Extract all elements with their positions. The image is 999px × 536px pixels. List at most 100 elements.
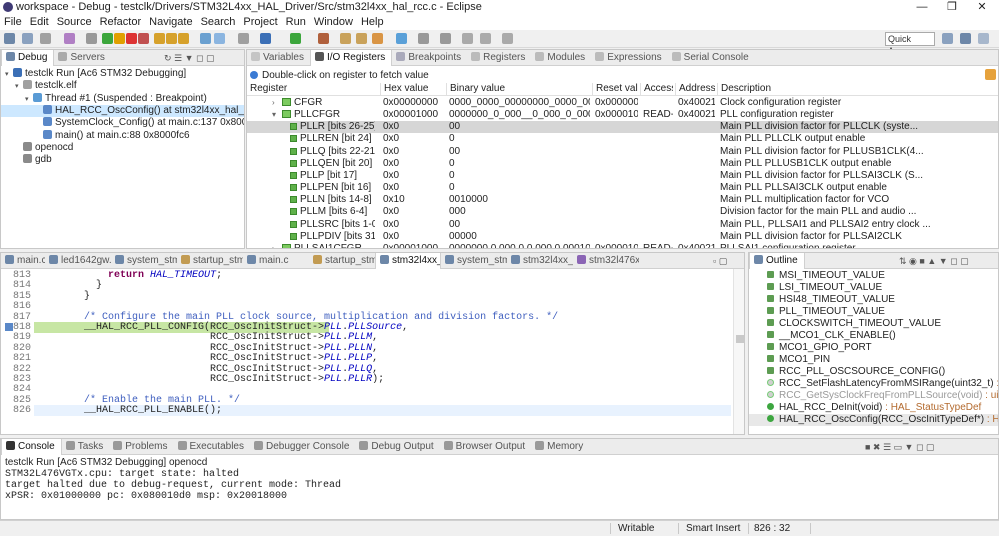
column-header[interactable]: Description (717, 83, 997, 95)
menu-file[interactable]: File (0, 15, 26, 29)
register-row[interactable]: PLLREN [bit 24] 0x0 0 Main PLL PLLCLK outpu… (247, 133, 998, 145)
new-icon[interactable] (4, 33, 15, 44)
refresh-icon[interactable] (985, 69, 996, 80)
step-over-icon[interactable] (166, 33, 177, 44)
register-row[interactable]: › PLLSAI1CFGR 0x00001000 0000000 0 000 0 0 … (247, 243, 998, 248)
debug-tree-item[interactable]: SystemClock_Config() at main.c:137 0x800… (1, 117, 244, 129)
reset-icon[interactable] (214, 33, 225, 44)
back-icon[interactable] (480, 33, 491, 44)
console-tab[interactable]: Debugger Console (250, 439, 355, 455)
outline-item[interactable]: __MCO1_CLK_ENABLE() (749, 330, 998, 342)
outline-item[interactable]: RCC_PLL_OSCSOURCE_CONFIG() (749, 366, 998, 378)
register-row[interactable]: PLLP [bit 17] 0x0 0 Main PLL division facto… (247, 170, 998, 182)
outline-item[interactable]: RCC_GetSysClockFreqFromPLLSource(void) :… (749, 390, 998, 402)
outline-item[interactable]: HAL_RCC_DeInit(void) : HAL_StatusTypeDef (749, 402, 998, 414)
editor-tab[interactable]: led1642gw.c (45, 253, 111, 269)
outline-toolbar-icons[interactable]: ⇅ ◉ ■ ▲ ▼ ◻ ▢ (899, 256, 969, 267)
editor-tab[interactable]: main.c (1, 253, 45, 269)
console-tab[interactable]: Console (1, 439, 62, 455)
step-into-icon[interactable] (154, 33, 165, 44)
register-row[interactable]: PLLM [bits 6-4] 0x0 000 Division factor for… (247, 206, 998, 218)
outline-item[interactable]: HSI48_TIMEOUT_VALUE (749, 294, 998, 306)
suspend-icon[interactable] (114, 33, 125, 44)
settings-icon[interactable] (238, 33, 249, 44)
register-row[interactable]: PLLSRC [bits 1-0] 0x0 00 Main PLL, PLLSAI1 … (247, 219, 998, 231)
console-tab[interactable]: Executables (174, 439, 250, 455)
outline-item[interactable]: CLOCKSWITCH_TIMEOUT_VALUE (749, 318, 998, 330)
skip-breakpoints-icon[interactable] (86, 33, 97, 44)
tab-serial-console[interactable]: Serial Console (668, 50, 755, 66)
editor-overview-ruler[interactable] (733, 269, 744, 434)
column-header[interactable]: Register (250, 83, 378, 95)
last-edit-icon[interactable] (462, 33, 473, 44)
editor-tab[interactable]: system_stm3... (441, 253, 507, 269)
column-header[interactable]: Reset val... (592, 83, 638, 95)
debug-tree-item[interactable]: HAL_RCC_OscConfig() at stm32l4xx_hal_rcc… (1, 104, 244, 117)
editor-tab[interactable]: stm32l4xx_ha... (507, 253, 573, 269)
resume-icon[interactable] (102, 33, 113, 44)
view-toolbar-icons[interactable]: ↻ ☰ ▼ ◻ ▢ (164, 53, 215, 64)
register-row[interactable]: PLLR [bits 26-25] 0x0 00 Main PLL division … (247, 121, 998, 134)
debug-tree-item[interactable]: main() at main.c:88 0x8000fc6 (1, 129, 244, 142)
register-row[interactable]: PLLQEN [bit 20] 0x0 0 Main PLL PLLUSB1CLK o… (247, 158, 998, 170)
menu-run[interactable]: Run (282, 15, 310, 29)
editor-max-icon[interactable]: ▫ ▢ (713, 256, 727, 267)
debug-icon[interactable] (260, 33, 271, 44)
editor-tab[interactable]: startup_stm... (177, 253, 243, 269)
column-header[interactable]: Access (640, 83, 673, 95)
register-row[interactable]: PLLPDIV [bits 31-27] 0x0 00000 Main PLL div… (247, 231, 998, 243)
menu-refactor[interactable]: Refactor (96, 15, 146, 29)
print-icon[interactable] (40, 33, 51, 44)
open-type-icon[interactable] (340, 33, 351, 44)
menu-window[interactable]: Window (310, 15, 357, 29)
tab-expressions[interactable]: Expressions (591, 50, 667, 66)
tab-variables[interactable]: Variables (247, 50, 310, 66)
debug-build-icon[interactable] (64, 33, 75, 44)
code-line[interactable]: /* Configure the main PLL clock source, … (36, 312, 558, 323)
tab-modules[interactable]: Modules (531, 50, 591, 66)
menu-search[interactable]: Search (197, 15, 240, 29)
console-tab[interactable]: Tasks (62, 439, 110, 455)
maximize-button[interactable]: ❐ (937, 0, 967, 15)
debug-tree-item[interactable]: ▾ testclk.elf (1, 80, 244, 92)
run-icon[interactable] (290, 33, 301, 44)
outline-item[interactable]: HAL_RCC_OscConfig(RCC_OscInitTypeDef*) :… (749, 414, 998, 426)
disconnect-icon[interactable] (138, 33, 149, 44)
menu-help[interactable]: Help (357, 15, 388, 29)
forward-icon[interactable] (502, 33, 513, 44)
outline-item[interactable]: MCO1_GPIO_PORT (749, 342, 998, 354)
outline-item[interactable]: MCO1_PIN (749, 354, 998, 366)
column-header[interactable]: Binary value (446, 83, 590, 95)
register-row[interactable]: › CFGR 0x00000000 0000_0000_00000000_0000_0… (247, 97, 998, 109)
minimize-button[interactable]: — (907, 0, 937, 15)
step-return-icon[interactable] (178, 33, 189, 44)
tab-outline[interactable]: Outline (749, 253, 805, 269)
tab-debug[interactable]: Debug (1, 50, 55, 66)
external-tools-icon[interactable] (318, 33, 329, 44)
outline-item[interactable]: PLL_TIMEOUT_VALUE (749, 306, 998, 318)
tab-servers[interactable]: Servers (54, 50, 110, 66)
search-icon[interactable] (372, 33, 383, 44)
register-row[interactable]: ▾ PLLCFGR 0x00001000 0000000_0_000__0_000_0… (247, 109, 998, 121)
outline-item[interactable]: RCC_SetFlashLatencyFromMSIRange(uint32_t… (749, 378, 998, 390)
code-editor[interactable]: 813 return HAL_TIMEOUT; 814 } 815 } 816 817 … (1, 269, 731, 434)
instruction-step-icon[interactable] (200, 33, 211, 44)
code-line[interactable]: RCC_OscInitStruct->PLL.PLLR); (36, 374, 384, 385)
expand-arrow-icon[interactable]: › (272, 243, 275, 248)
prev-annotation-icon[interactable] (440, 33, 451, 44)
perspective-cpp-icon[interactable] (942, 33, 953, 44)
editor-tab[interactable]: stm32l476xx.h (573, 253, 639, 269)
expand-arrow-icon[interactable]: › (272, 97, 275, 109)
editor-tab[interactable]: startup_stm... (309, 253, 375, 269)
outline-item[interactable]: MSI_TIMEOUT_VALUE (749, 270, 998, 282)
code-line[interactable]: RCC_OscInitStruct->PLL.PLLM, (36, 332, 378, 343)
register-row[interactable]: PLLPEN [bit 16] 0x0 0 Main PLL PLLSAI3CLK o… (247, 182, 998, 194)
editor-tab[interactable]: system_stm... (111, 253, 177, 269)
console-tab[interactable]: Memory (531, 439, 589, 455)
save-icon[interactable] (22, 33, 33, 44)
column-header[interactable]: Address (675, 83, 715, 95)
code-line[interactable]: RCC_OscInitStruct->PLL.PLLP, (36, 353, 378, 364)
perspective-other-icon[interactable] (978, 33, 989, 44)
tab-io-registers[interactable]: I/O Registers (309, 50, 393, 66)
code-line[interactable]: RCC_OscInitStruct->PLL.PLLQ, (36, 364, 378, 375)
